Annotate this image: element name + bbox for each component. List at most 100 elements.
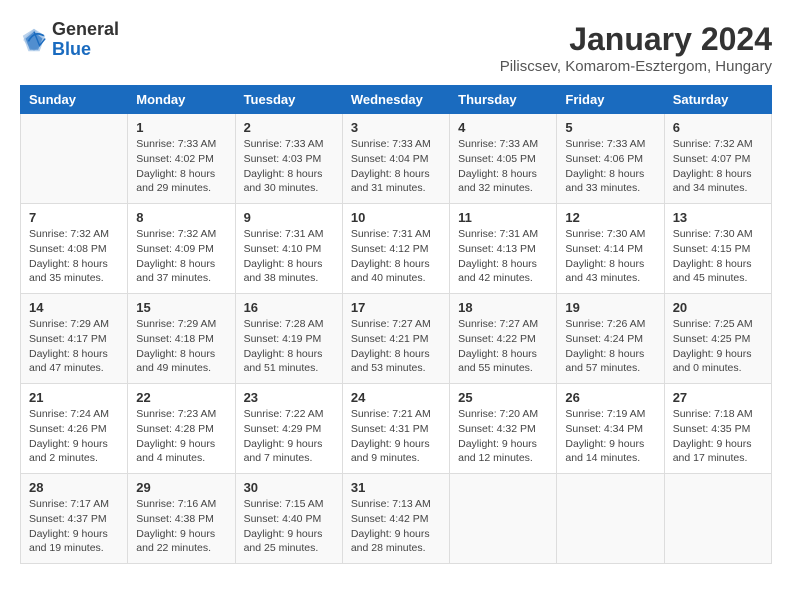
day-number: 4 [458, 120, 548, 135]
day-info: Sunrise: 7:13 AMSunset: 4:42 PMDaylight:… [351, 497, 441, 556]
day-info: Sunrise: 7:15 AMSunset: 4:40 PMDaylight:… [244, 497, 334, 556]
calendar-cell: 2 Sunrise: 7:33 AMSunset: 4:03 PMDaylight… [235, 114, 342, 204]
page-subtitle: Piliscsev, Komarom-Esztergom, Hungary [500, 58, 772, 75]
day-info: Sunrise: 7:32 AMSunset: 4:09 PMDaylight:… [136, 227, 226, 286]
day-number: 20 [673, 300, 763, 315]
day-info: Sunrise: 7:25 AMSunset: 4:25 PMDaylight:… [673, 317, 763, 376]
day-info: Sunrise: 7:21 AMSunset: 4:31 PMDaylight:… [351, 407, 441, 466]
day-info: Sunrise: 7:28 AMSunset: 4:19 PMDaylight:… [244, 317, 334, 376]
day-number: 11 [458, 210, 548, 225]
day-info: Sunrise: 7:27 AMSunset: 4:21 PMDaylight:… [351, 317, 441, 376]
day-number: 14 [29, 300, 119, 315]
calendar-cell: 30 Sunrise: 7:15 AMSunset: 4:40 PMDayligh… [235, 474, 342, 564]
weekday-header-tuesday: Tuesday [235, 86, 342, 114]
calendar-cell: 3Sunrise: 7:33 AMSunset: 4:04 PMDaylight… [342, 114, 449, 204]
calendar-cell: 5 Sunrise: 7:33 AMSunset: 4:06 PMDaylight… [557, 114, 664, 204]
day-info: Sunrise: 7:24 AMSunset: 4:26 PMDaylight:… [29, 407, 119, 466]
calendar-cell: 10Sunrise: 7:31 AMSunset: 4:12 PMDayligh… [342, 204, 449, 294]
day-info: Sunrise: 7:19 AMSunset: 4:34 PMDaylight:… [565, 407, 655, 466]
day-number: 16 [244, 300, 334, 315]
calendar-cell: 11Sunrise: 7:31 AMSunset: 4:13 PMDayligh… [450, 204, 557, 294]
day-info: Sunrise: 7:33 AMSunset: 4:06 PMDaylight:… [565, 137, 655, 196]
day-number: 2 [244, 120, 334, 135]
day-number: 1 [136, 120, 226, 135]
day-info: Sunrise: 7:33 AMSunset: 4:03 PMDaylight:… [244, 137, 334, 196]
calendar-cell: 21 Sunrise: 7:24 AMSunset: 4:26 PMDayligh… [21, 384, 128, 474]
calendar-cell: 17 Sunrise: 7:27 AMSunset: 4:21 PMDayligh… [342, 294, 449, 384]
day-number: 9 [244, 210, 334, 225]
calendar-cell: 9Sunrise: 7:31 AMSunset: 4:10 PMDaylight… [235, 204, 342, 294]
calendar-cell: 26 Sunrise: 7:19 AMSunset: 4:34 PMDayligh… [557, 384, 664, 474]
calendar-week-1: 1Sunrise: 7:33 AMSunset: 4:02 PMDaylight… [21, 114, 772, 204]
day-number: 7 [29, 210, 119, 225]
calendar-cell: 6 Sunrise: 7:32 AMSunset: 4:07 PMDaylight… [664, 114, 771, 204]
calendar-cell: 1Sunrise: 7:33 AMSunset: 4:02 PMDaylight… [128, 114, 235, 204]
day-number: 13 [673, 210, 763, 225]
calendar-cell: 27Sunrise: 7:18 AMSunset: 4:35 PMDayligh… [664, 384, 771, 474]
day-number: 26 [565, 390, 655, 405]
weekday-header-thursday: Thursday [450, 86, 557, 114]
day-info: Sunrise: 7:32 AMSunset: 4:08 PMDaylight:… [29, 227, 119, 286]
day-info: Sunrise: 7:32 AMSunset: 4:07 PMDaylight:… [673, 137, 763, 196]
calendar-cell: 31 Sunrise: 7:13 AMSunset: 4:42 PMDayligh… [342, 474, 449, 564]
day-info: Sunrise: 7:30 AMSunset: 4:15 PMDaylight:… [673, 227, 763, 286]
calendar-cell: 15 Sunrise: 7:29 AMSunset: 4:18 PMDayligh… [128, 294, 235, 384]
calendar-cell: 14 Sunrise: 7:29 AMSunset: 4:17 PMDayligh… [21, 294, 128, 384]
calendar-cell [450, 474, 557, 564]
day-number: 31 [351, 480, 441, 495]
calendar-header-row: SundayMondayTuesdayWednesdayThursdayFrid… [21, 86, 772, 114]
calendar-cell: 13 Sunrise: 7:30 AMSunset: 4:15 PMDayligh… [664, 204, 771, 294]
calendar-cell: 29 Sunrise: 7:16 AMSunset: 4:38 PMDayligh… [128, 474, 235, 564]
logo-general: General [52, 19, 119, 39]
day-number: 23 [244, 390, 334, 405]
day-number: 28 [29, 480, 119, 495]
day-info: Sunrise: 7:18 AMSunset: 4:35 PMDaylight:… [673, 407, 763, 466]
title-block: January 2024 Piliscsev, Komarom-Esztergo… [500, 20, 772, 75]
day-info: Sunrise: 7:29 AMSunset: 4:18 PMDaylight:… [136, 317, 226, 376]
calendar-cell [21, 114, 128, 204]
day-info: Sunrise: 7:33 AMSunset: 4:04 PMDaylight:… [351, 137, 441, 196]
day-number: 19 [565, 300, 655, 315]
day-info: Sunrise: 7:20 AMSunset: 4:32 PMDaylight:… [458, 407, 548, 466]
weekday-header-saturday: Saturday [664, 86, 771, 114]
calendar-week-3: 14 Sunrise: 7:29 AMSunset: 4:17 PMDayligh… [21, 294, 772, 384]
calendar-cell: 16 Sunrise: 7:28 AMSunset: 4:19 PMDayligh… [235, 294, 342, 384]
calendar-week-2: 7 Sunrise: 7:32 AMSunset: 4:08 PMDaylight… [21, 204, 772, 294]
calendar-cell: 7 Sunrise: 7:32 AMSunset: 4:08 PMDaylight… [21, 204, 128, 294]
calendar-week-5: 28 Sunrise: 7:17 AMSunset: 4:37 PMDayligh… [21, 474, 772, 564]
day-number: 15 [136, 300, 226, 315]
calendar-cell: 8 Sunrise: 7:32 AMSunset: 4:09 PMDaylight… [128, 204, 235, 294]
day-info: Sunrise: 7:26 AMSunset: 4:24 PMDaylight:… [565, 317, 655, 376]
day-info: Sunrise: 7:17 AMSunset: 4:37 PMDaylight:… [29, 497, 119, 556]
day-number: 5 [565, 120, 655, 135]
day-number: 6 [673, 120, 763, 135]
day-info: Sunrise: 7:30 AMSunset: 4:14 PMDaylight:… [565, 227, 655, 286]
calendar-table: SundayMondayTuesdayWednesdayThursdayFrid… [20, 85, 772, 564]
day-number: 17 [351, 300, 441, 315]
logo-text: General Blue [52, 20, 119, 60]
day-number: 29 [136, 480, 226, 495]
page-title: January 2024 [500, 20, 772, 58]
weekday-header-wednesday: Wednesday [342, 86, 449, 114]
logo-icon [20, 26, 48, 54]
page-header: General Blue January 2024 Piliscsev, Kom… [20, 20, 772, 75]
day-number: 21 [29, 390, 119, 405]
day-number: 10 [351, 210, 441, 225]
day-info: Sunrise: 7:27 AMSunset: 4:22 PMDaylight:… [458, 317, 548, 376]
calendar-cell: 25 Sunrise: 7:20 AMSunset: 4:32 PMDayligh… [450, 384, 557, 474]
calendar-cell: 22Sunrise: 7:23 AMSunset: 4:28 PMDayligh… [128, 384, 235, 474]
calendar-cell: 18Sunrise: 7:27 AMSunset: 4:22 PMDayligh… [450, 294, 557, 384]
calendar-cell: 20 Sunrise: 7:25 AMSunset: 4:25 PMDayligh… [664, 294, 771, 384]
day-number: 30 [244, 480, 334, 495]
calendar-cell: 28 Sunrise: 7:17 AMSunset: 4:37 PMDayligh… [21, 474, 128, 564]
calendar-cell [557, 474, 664, 564]
day-info: Sunrise: 7:23 AMSunset: 4:28 PMDaylight:… [136, 407, 226, 466]
calendar-cell: 24Sunrise: 7:21 AMSunset: 4:31 PMDayligh… [342, 384, 449, 474]
day-number: 25 [458, 390, 548, 405]
calendar-cell [664, 474, 771, 564]
day-info: Sunrise: 7:29 AMSunset: 4:17 PMDaylight:… [29, 317, 119, 376]
day-number: 8 [136, 210, 226, 225]
day-info: Sunrise: 7:16 AMSunset: 4:38 PMDaylight:… [136, 497, 226, 556]
weekday-header-sunday: Sunday [21, 86, 128, 114]
logo: General Blue [20, 20, 119, 60]
